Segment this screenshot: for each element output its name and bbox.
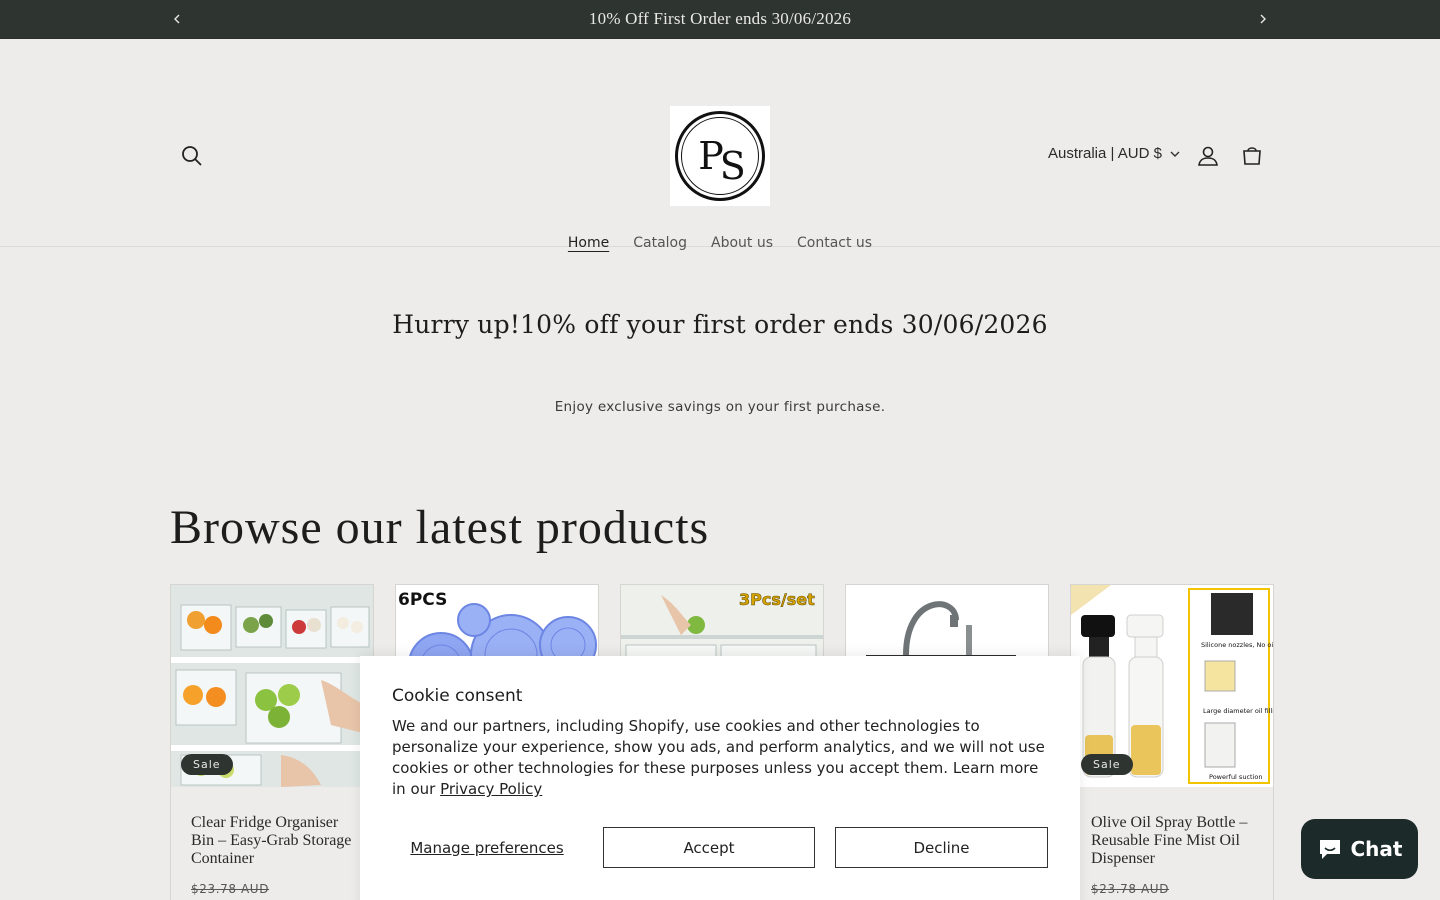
chevron-left-icon [174,14,180,24]
search-button[interactable] [178,142,206,170]
decline-button[interactable]: Decline [835,827,1048,868]
accept-button[interactable]: Accept [603,827,815,868]
product-price: $23.78 AUD [1091,882,1170,896]
account-icon [1198,146,1218,166]
product-title[interactable]: Olive Oil Spray Bottle – Reusable Fine M… [1091,814,1261,868]
cookie-consent-dialog: Cookie consent We and our partners, incl… [360,656,1080,900]
callout-silicone-nozzles: Silicone nozzles, No oil dripping [1201,641,1273,649]
cookie-actions: Manage preferences Accept Decline [392,827,1048,868]
chat-button[interactable]: Chat [1301,819,1418,879]
nav-catalog[interactable]: Catalog [633,235,687,251]
logo-letter-p: P [698,134,724,178]
chat-label: Chat [1350,837,1403,861]
nav-contact-us[interactable]: Contact us [797,235,872,251]
logo-seal: PS [675,111,765,201]
product-title[interactable]: Clear Fridge Organiser Bin – Easy-Grab S… [191,814,361,868]
cart-icon [1243,147,1261,165]
cart-button[interactable] [1239,143,1265,169]
chevron-right-icon [1260,14,1266,24]
sale-badge: Sale [181,754,233,775]
promo-subtitle: Enjoy exclusive savings on your first pu… [554,399,886,415]
cookie-title: Cookie consent [392,686,523,706]
account-button[interactable] [1195,143,1221,169]
product-image[interactable]: Silicone nozzles, No oil dripping Large … [1071,585,1273,787]
privacy-policy-link[interactable]: Privacy Policy [440,780,542,798]
country-selector[interactable]: Australia | AUD $ [1048,145,1180,162]
country-selector-label: Australia | AUD $ [1048,145,1162,162]
announcement-text: 10% Off First Order ends 30/06/2026 [588,9,852,28]
product-image-caption: 3Pcs/set [739,590,815,609]
logo-letter-s: S [719,144,746,188]
search-icon [182,146,202,166]
chat-bubble-icon [1319,840,1340,859]
announcement-bar: 10% Off First Order ends 30/06/2026 [0,0,1440,39]
product-image[interactable]: Sale [171,585,373,787]
promo-title: Hurry up!10% off your first order ends 3… [392,310,1048,339]
site-header: PS Australia | AUD $ Home Catalog About … [0,39,1440,251]
store-logo[interactable]: PS [670,106,770,206]
product-card[interactable]: Silicone nozzles, No oil dripping Large … [1070,584,1274,900]
callout-powerful-suction: Powerful suction [1209,773,1262,781]
callout-filling-port: Large diameter oil filling port [1203,707,1273,715]
announcement-prev-button[interactable] [168,10,186,28]
manage-preferences-button[interactable]: Manage preferences [392,839,582,857]
products-section-title: Browse our latest products [170,501,710,554]
chevron-down-icon [1170,151,1180,157]
product-image-caption: 6PCS [398,590,447,610]
nav-home[interactable]: Home [568,235,609,251]
nav-about-us[interactable]: About us [711,235,773,251]
product-card[interactable]: Sale Clear Fridge Organiser Bin – Easy-G… [170,584,374,900]
main-nav: Home Catalog About us Contact us [0,235,1440,251]
sale-badge: Sale [1081,754,1133,775]
promo-banner: Hurry up!10% off your first order ends 3… [0,310,1440,415]
product-price: $23.78 AUD [191,882,270,896]
announcement-next-button[interactable] [1254,10,1272,28]
cookie-body: We and our partners, including Shopify, … [392,716,1048,800]
